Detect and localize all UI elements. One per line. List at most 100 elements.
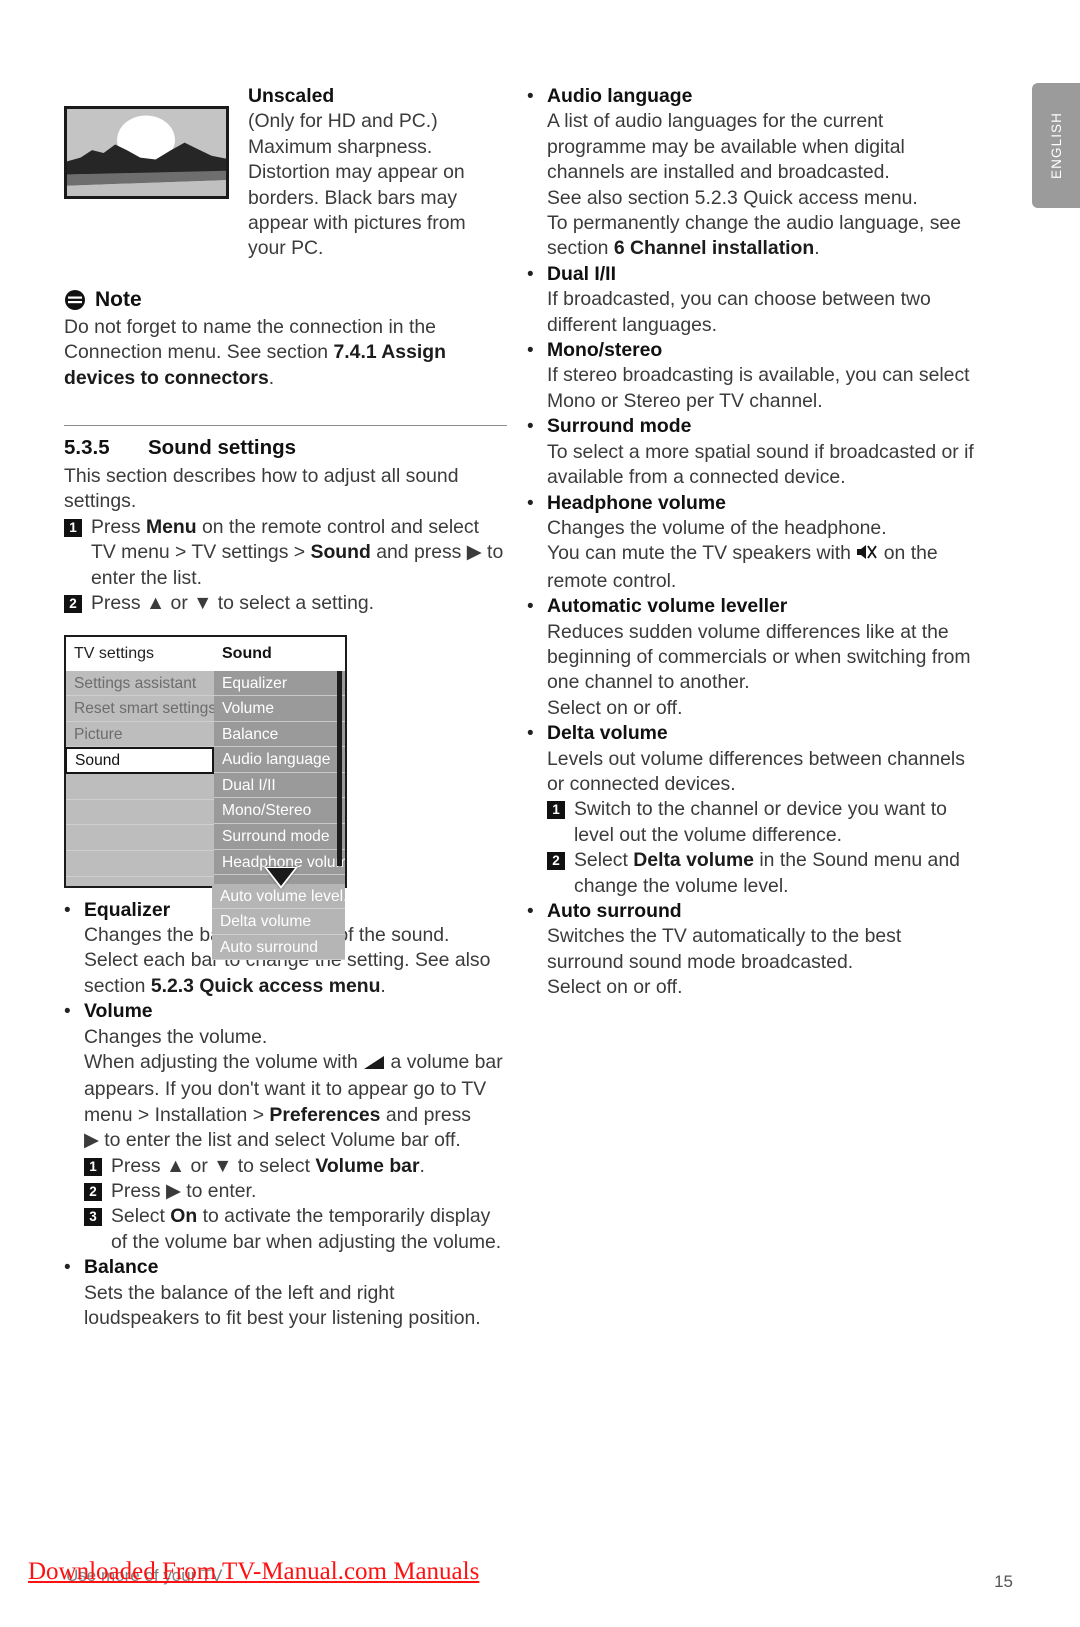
menu-header-left: TV settings (74, 644, 155, 662)
menu-right-item[interactable]: Audio language (214, 747, 345, 773)
bullet-dot-icon: • (64, 899, 71, 921)
numbered-step: 1 Press ▲ or ▼ to select Volume bar. (84, 1154, 507, 1179)
note-text-after: . (268, 366, 275, 389)
menu-right-item[interactable]: Equalizer (214, 671, 345, 697)
bullet-item: • Dual I/II If broadcasted, you can choose… (527, 262, 977, 338)
menu-left-item-empty (66, 825, 214, 852)
menu-overflow-item[interactable]: Delta volume (212, 909, 345, 935)
mute-speaker-icon (856, 543, 878, 568)
bullet-line: Changes the volume of the headphone. (547, 516, 887, 539)
note-icon (65, 289, 85, 310)
menu-left-item[interactable]: Sound (65, 747, 214, 775)
step-number-badge: 1 (547, 801, 565, 820)
unscaled-line: (Only for HD and PC.) (248, 110, 438, 133)
bullet-dot-icon: • (64, 1001, 71, 1023)
bullet-line: Switches the TV automatically to the bes… (547, 925, 902, 973)
note-text: Do not forget to name the connection in … (64, 315, 507, 391)
section-intro: This section describes how to adjust all… (64, 465, 459, 513)
bullet-dot-icon: • (527, 416, 534, 438)
bullet-item: • Mono/stereo If stereo broadcasting is av… (527, 338, 977, 414)
step-number-badge: 2 (547, 852, 565, 871)
page-number: 15 (994, 1572, 1013, 1591)
bullet-title: Headphone volume (547, 491, 726, 514)
unscaled-line: Distortion may appear on (248, 161, 465, 184)
unscaled-line: borders. Black bars may (248, 186, 458, 209)
menu-right-item[interactable]: Mono/Stereo (214, 798, 345, 825)
bullet-title: Volume (84, 1000, 153, 1023)
step-text: Press Menu on the remote control and sel… (91, 515, 504, 589)
unscaled-line: appear with pictures from (248, 212, 466, 235)
step-text: Select Delta volume in the Sound menu an… (574, 849, 960, 897)
bullet-line: Sets the balance of the left and right l… (84, 1281, 481, 1329)
menu-left-item[interactable]: Settings assistant (66, 671, 214, 697)
numbered-step: 2 Select Delta volume in the Sound menu a… (547, 848, 977, 899)
bullet-dot-icon: • (527, 86, 534, 107)
bullet-item: • Volume Changes the volume. When adjusting… (64, 999, 507, 1255)
bullet-body: Automatic volume leveller Reduces sudden … (547, 594, 977, 721)
step-number-badge: 1 (84, 1157, 102, 1176)
bullet-title: Dual I/II (547, 262, 616, 285)
bullet-line: If broadcasted, you can choose between t… (547, 288, 931, 336)
menu-header: TV settings Sound (66, 636, 345, 671)
bullet-body: Dual I/II If broadcasted, you can choose … (547, 262, 977, 338)
bullet-line: Reduces sudden volume differences like a… (547, 620, 971, 694)
bullet-item: • Auto surround Switches the TV automatica… (527, 899, 977, 1001)
step-text: Press ▲ or ▼ to select a setting. (91, 592, 375, 615)
unscaled-block: Unscaled (Only for HD and PC.) Maximum sh… (64, 84, 507, 262)
section-title: Sound settings (148, 436, 297, 460)
bullet-title: Mono/stereo (547, 339, 663, 362)
menu-body: Settings assistant Reset smart settings Pi… (65, 670, 345, 886)
section-steps: 1 Press Menu on the remote control and se… (64, 515, 507, 617)
bullet-body: Headphone volume Changes the volume of th… (547, 491, 977, 595)
note-header: Note (64, 288, 507, 312)
language-tab-label: ENGLISH (1048, 112, 1064, 179)
step-text: Select On to activate the temporarily di… (111, 1205, 502, 1253)
bullet-line: ▶ to enter the list and select Volume ba… (84, 1129, 461, 1152)
bullet-line: Levels out volume differences between ch… (547, 747, 965, 795)
unscaled-text: Unscaled (Only for HD and PC.) Maximum sh… (248, 84, 488, 262)
bullet-dot-icon: • (527, 492, 534, 514)
bullet-body: Auto surround Switches the TV automatical… (547, 899, 977, 1001)
landscape-illustration-icon (67, 109, 226, 196)
bullet-title: Balance (84, 1256, 159, 1279)
footer-watermark: Downloaded From TV-Manual.com Manuals (28, 1558, 480, 1585)
menu-scroll-down-arrow-icon (267, 867, 295, 886)
menu-left-item[interactable]: Reset smart settings (66, 696, 214, 722)
bullet-dot-icon: • (527, 901, 534, 922)
menu-overflow-item[interactable]: Auto surround (212, 934, 345, 961)
bullet-line: Select on or off. (547, 976, 683, 999)
menu-header-right: Sound (222, 644, 272, 662)
step-number-badge: 2 (64, 595, 82, 614)
menu-overflow-items: Auto volume level... Delta volume Auto sur… (212, 883, 345, 961)
menu-left-item-empty (66, 774, 214, 800)
menu-right-item[interactable]: Balance (214, 722, 345, 748)
menu-scrollbar[interactable] (337, 670, 342, 866)
manual-page: ENGLISH Unscaled (Only for HD and PC.) Ma… (0, 0, 1080, 1627)
numbered-step: 2 Press ▶ to enter. (84, 1179, 507, 1204)
menu-frame: TV settings Sound Settings assistant Rese… (64, 634, 347, 888)
language-tab: ENGLISH (1032, 83, 1080, 208)
left-column: Unscaled (Only for HD and PC.) Maximum sh… (64, 84, 507, 1331)
step-text: Press ▲ or ▼ to select Volume bar. (111, 1154, 425, 1177)
bullet-title: Surround mode (547, 415, 692, 438)
bullet-line: If stereo broadcasting is available, you… (547, 364, 970, 412)
bullet-dot-icon: • (527, 596, 534, 618)
step-number-badge: 3 (84, 1208, 102, 1227)
note-block: Note Do not forget to name the connectio… (64, 288, 507, 391)
numbered-step: 1 Press Menu on the remote control and se… (64, 515, 507, 591)
bullet-title: Audio language (547, 85, 693, 107)
bullet-line: Select on or off. (547, 696, 683, 719)
bullet-item: • Headphone volume Changes the volume of t… (527, 491, 977, 595)
section-divider (64, 425, 507, 427)
bullet-body: Audio language A list of audio languages … (547, 84, 977, 262)
bullet-line: See also section 5.2.3 Quick access menu… (547, 186, 918, 209)
menu-right-item[interactable]: Volume (214, 696, 345, 722)
menu-right-item[interactable]: Surround mode (214, 824, 345, 850)
note-title: Note (95, 287, 142, 311)
menu-left-item[interactable]: Picture (66, 722, 214, 748)
unscaled-line: Maximum sharpness. (248, 135, 433, 158)
bullet-item: • Balance Sets the balance of the left and… (64, 1255, 507, 1331)
left-bullet-list: •EqualizerChanges the bass and treble of… (64, 898, 507, 1332)
step-number-badge: 1 (64, 518, 82, 537)
menu-right-item[interactable]: Dual I/II (214, 773, 345, 799)
